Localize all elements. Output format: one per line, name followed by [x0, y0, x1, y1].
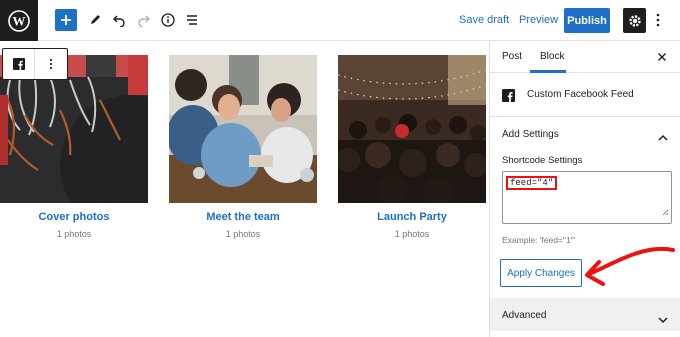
block-options-icon[interactable] — [35, 49, 67, 79]
chevron-up-icon — [658, 129, 668, 147]
save-draft-button[interactable]: Save draft — [459, 11, 509, 29]
block-toolbar — [2, 48, 68, 80]
settings-sidebar: Post Block Custom Facebook Feed Add Sett… — [489, 41, 680, 337]
preview-button[interactable]: Preview — [519, 11, 558, 29]
album-title[interactable]: Cover photos — [0, 211, 148, 223]
panel-title: Add Settings — [502, 129, 559, 140]
settings-gear-icon[interactable] — [623, 8, 646, 33]
facebook-icon — [502, 89, 515, 107]
album-card[interactable]: Launch Party 1 photos — [338, 55, 486, 239]
more-options-icon[interactable] — [652, 10, 664, 30]
shortcode-value: feed="4" — [506, 176, 558, 190]
album-title[interactable]: Meet the team — [169, 211, 317, 223]
annotation-arrow-icon — [585, 246, 675, 286]
svg-text:W: W — [13, 13, 26, 28]
publish-button[interactable]: Publish — [564, 8, 610, 33]
block-name: Custom Facebook Feed — [527, 89, 634, 100]
editor-canvas: Cover photos 1 photos Meet the team 1 ph… — [0, 41, 489, 337]
resize-handle-icon[interactable] — [662, 203, 669, 221]
shortcode-label: Shortcode Settings — [502, 155, 583, 166]
shortcode-textarea[interactable]: feed="4" — [502, 171, 672, 224]
album-photo-count: 1 photos — [394, 229, 430, 239]
tab-block[interactable]: Block — [540, 51, 564, 62]
advanced-panel-toggle[interactable]: Advanced — [490, 298, 680, 331]
panel-title: Advanced — [502, 310, 547, 321]
add-block-button[interactable] — [55, 9, 77, 31]
album-photo-count: 1 photos — [56, 229, 92, 239]
album-card[interactable]: Meet the team 1 photos — [169, 55, 317, 239]
album-title[interactable]: Launch Party — [338, 211, 486, 223]
undo-icon[interactable] — [108, 9, 130, 31]
album-card[interactable]: Cover photos 1 photos — [0, 55, 148, 239]
add-settings-panel-toggle[interactable]: Add Settings — [490, 117, 680, 147]
chevron-down-icon — [658, 311, 668, 329]
sidebar-tabs: Post Block — [490, 41, 680, 73]
facebook-block-icon[interactable] — [3, 49, 35, 79]
info-icon[interactable] — [157, 9, 179, 31]
album-photo-count: 1 photos — [225, 229, 261, 239]
redo-icon[interactable] — [133, 9, 155, 31]
tab-post[interactable]: Post — [502, 51, 522, 62]
editor-toolbar: W Save draft Preview Publish — [0, 0, 680, 41]
album-cover-image[interactable] — [338, 55, 486, 203]
edit-pencil-icon[interactable] — [84, 9, 106, 31]
album-cover-image[interactable] — [169, 55, 317, 203]
shortcode-example: Example: 'feed="1"' — [502, 235, 576, 245]
apply-changes-button[interactable]: Apply Changes — [500, 259, 582, 287]
close-icon[interactable] — [656, 50, 668, 62]
wordpress-logo-icon[interactable]: W — [0, 0, 38, 41]
list-view-icon[interactable] — [181, 9, 203, 31]
block-card: Custom Facebook Feed — [490, 73, 680, 117]
